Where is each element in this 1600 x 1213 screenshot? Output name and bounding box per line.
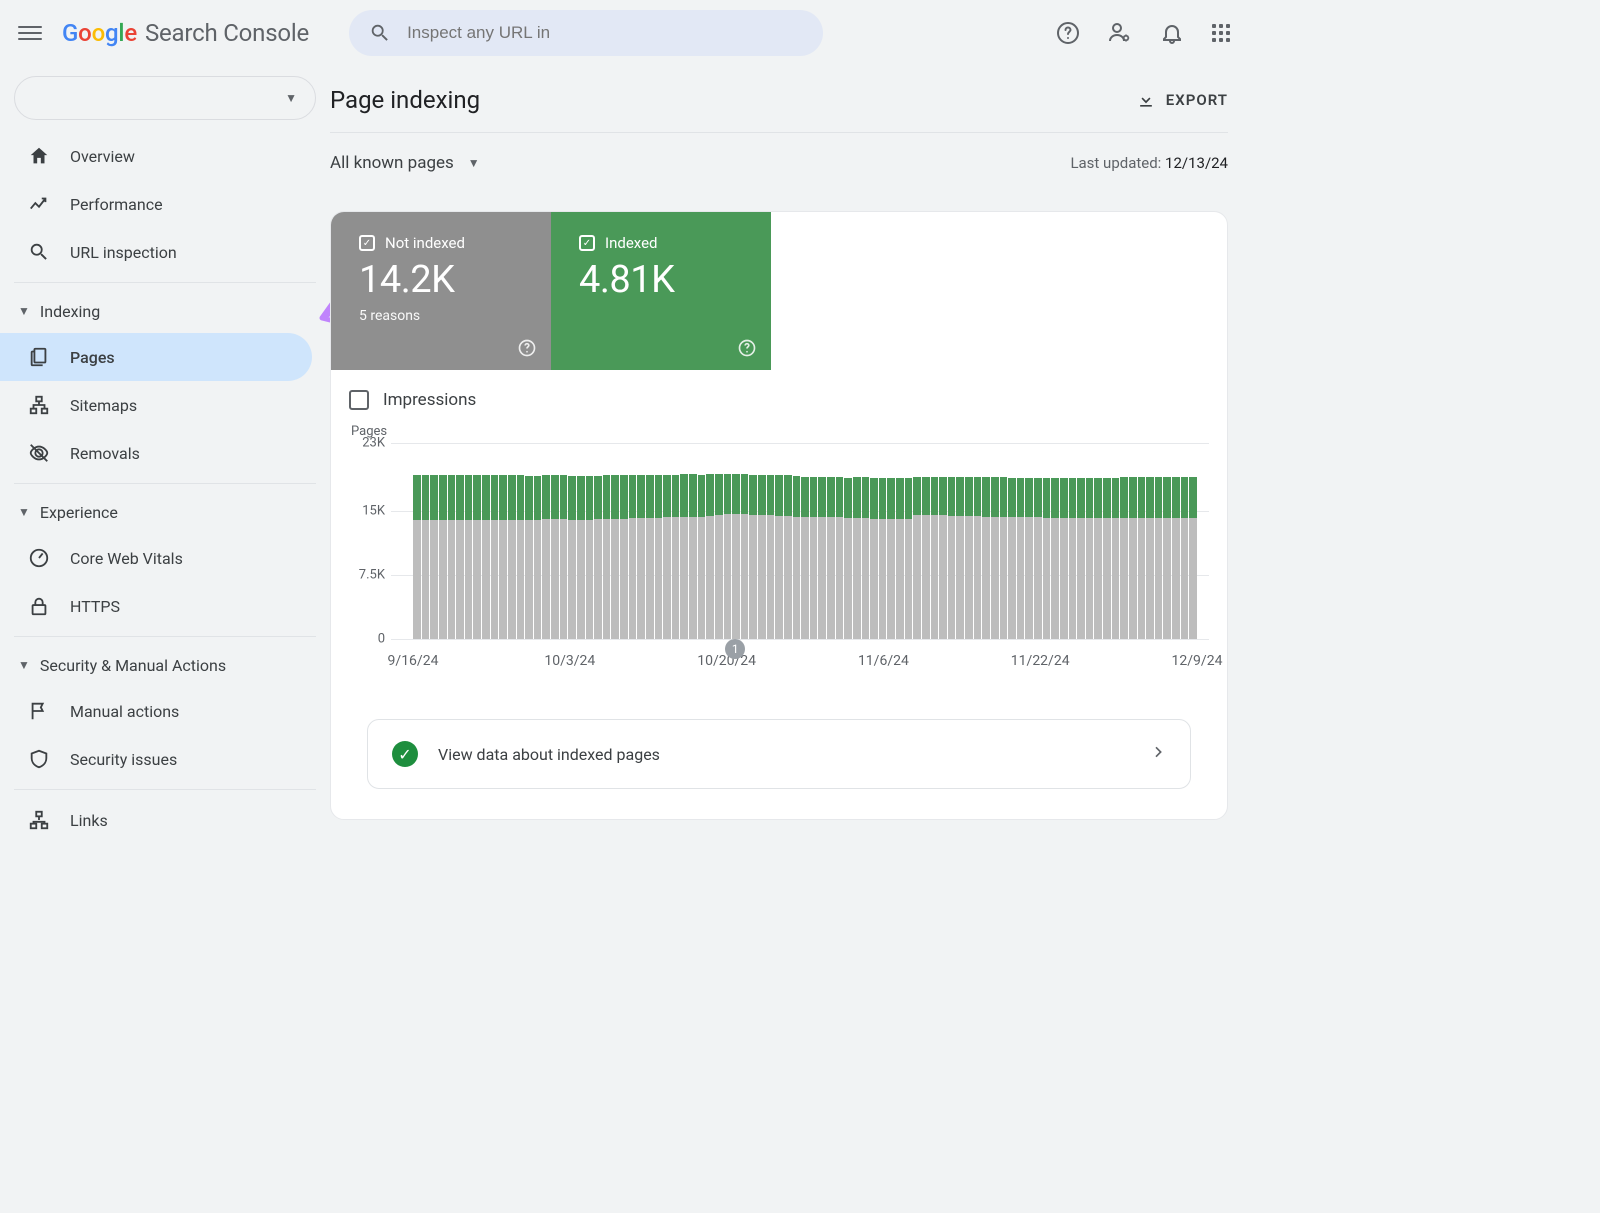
last-updated: Last updated: 12/13/24 (1070, 154, 1228, 172)
main: Page indexing EXPORT All known pages ▼ L… (330, 70, 1228, 952)
nav-label: Security issues (70, 750, 177, 769)
google-logo: Google (62, 19, 137, 47)
help-icon[interactable] (517, 338, 537, 358)
indexed-value: 4.81K (579, 258, 753, 302)
sidebar-section-experience[interactable]: ▼ Experience (0, 490, 330, 534)
page-header: Page indexing EXPORT (330, 70, 1228, 133)
user-settings-icon[interactable] (1108, 21, 1132, 45)
sidebar-section-security[interactable]: ▼ Security & Manual Actions (0, 643, 330, 687)
bell-icon[interactable] (1160, 21, 1184, 45)
page-filter-dropdown[interactable]: All known pages ▼ (330, 153, 480, 173)
sidebar-item-pages[interactable]: Pages (0, 333, 312, 381)
sidebar-item-performance[interactable]: Performance (0, 180, 312, 228)
top-bar: Google Search Console (0, 0, 1256, 66)
tab-not-indexed[interactable]: ✓Not indexed 14.2K 5 reasons (331, 212, 551, 370)
sidebar-item-removals[interactable]: Removals (0, 429, 312, 477)
sitemap-icon (28, 394, 50, 416)
download-icon (1136, 90, 1156, 110)
sidebar-section-indexing[interactable]: ▼ Indexing (0, 289, 330, 333)
tab-indexed[interactable]: ✓Indexed 4.81K (551, 212, 771, 370)
indexing-chart: Pages 23K15K7.5K0 9/16/2410/3/2410/20/24… (331, 414, 1227, 693)
help-icon[interactable] (737, 338, 757, 358)
chevron-down-icon: ▼ (18, 658, 30, 672)
impressions-toggle[interactable]: Impressions (331, 370, 1227, 414)
gauge-icon (28, 547, 50, 569)
shield-icon (28, 748, 50, 770)
apps-icon[interactable] (1212, 24, 1230, 42)
url-inspection-search[interactable] (349, 10, 823, 56)
section-label: Experience (40, 503, 118, 522)
chevron-down-icon: ▼ (468, 156, 480, 170)
filter-label: All known pages (330, 153, 454, 173)
nav-label: Sitemaps (70, 396, 137, 415)
section-label: Indexing (40, 302, 100, 321)
nav-label: Core Web Vitals (70, 549, 183, 568)
chevron-down-icon: ▼ (285, 91, 297, 105)
view-indexed-data-button[interactable]: ✓ View data about indexed pages (367, 719, 1191, 789)
checkbox-on-icon: ✓ (359, 235, 375, 251)
links-icon (28, 809, 50, 831)
nav-label: Removals (70, 444, 140, 463)
sidebar-item-url-inspection[interactable]: URL inspection (0, 228, 312, 276)
sidebar-item-manual-actions[interactable]: Manual actions (0, 687, 312, 735)
sidebar: ▼ Overview Performance URL inspection ▼ … (0, 66, 330, 952)
page-title: Page indexing (330, 86, 480, 114)
nav-label: HTTPS (70, 597, 120, 616)
indexing-card: ✓Not indexed 14.2K 5 reasons ✓Indexed 4.… (330, 211, 1228, 820)
trend-icon (28, 193, 50, 215)
status-tabs: ✓Not indexed 14.2K 5 reasons ✓Indexed 4.… (331, 212, 771, 370)
nav-label: Performance (70, 195, 163, 214)
check-circle-icon: ✓ (392, 741, 418, 767)
filter-row: All known pages ▼ Last updated: 12/13/24 (330, 133, 1228, 173)
pages-icon (28, 346, 50, 368)
export-button[interactable]: EXPORT (1136, 90, 1228, 110)
search-icon (369, 22, 391, 44)
chevron-down-icon: ▼ (18, 304, 30, 318)
section-label: Security & Manual Actions (40, 656, 226, 675)
sidebar-item-links[interactable]: Links (0, 796, 312, 844)
not-indexed-value: 14.2K (359, 258, 533, 302)
nav-label: Manual actions (70, 702, 179, 721)
sidebar-item-overview[interactable]: Overview (0, 132, 312, 180)
sidebar-item-cwv[interactable]: Core Web Vitals (0, 534, 312, 582)
not-indexed-sub: 5 reasons (359, 308, 533, 324)
property-selector[interactable]: ▼ (14, 76, 316, 120)
chevron-down-icon: ▼ (18, 505, 30, 519)
checkbox-on-icon: ✓ (579, 235, 595, 251)
nav-label: Links (70, 811, 108, 830)
nav-label: Overview (70, 147, 135, 166)
sidebar-item-sitemaps[interactable]: Sitemaps (0, 381, 312, 429)
nav-label: Pages (70, 348, 115, 367)
nav-label: URL inspection (70, 243, 177, 262)
flag-icon (28, 700, 50, 722)
search-input[interactable] (407, 23, 803, 43)
view-row-label: View data about indexed pages (438, 745, 660, 764)
help-icon[interactable] (1056, 21, 1080, 45)
sidebar-item-security-issues[interactable]: Security issues (0, 735, 312, 783)
menu-icon[interactable] (18, 21, 42, 45)
export-label: EXPORT (1166, 91, 1228, 109)
search-icon (28, 241, 50, 263)
checkbox-icon[interactable] (349, 390, 369, 410)
impressions-label: Impressions (383, 390, 476, 410)
y-axis-title: Pages (349, 424, 1209, 439)
brand-product: Search Console (145, 19, 309, 47)
lock-icon (28, 595, 50, 617)
chevron-right-icon (1150, 744, 1166, 764)
sidebar-item-https[interactable]: HTTPS (0, 582, 312, 630)
eye-off-icon (28, 442, 50, 464)
brand: Google Search Console (62, 19, 309, 47)
home-icon (28, 145, 50, 167)
